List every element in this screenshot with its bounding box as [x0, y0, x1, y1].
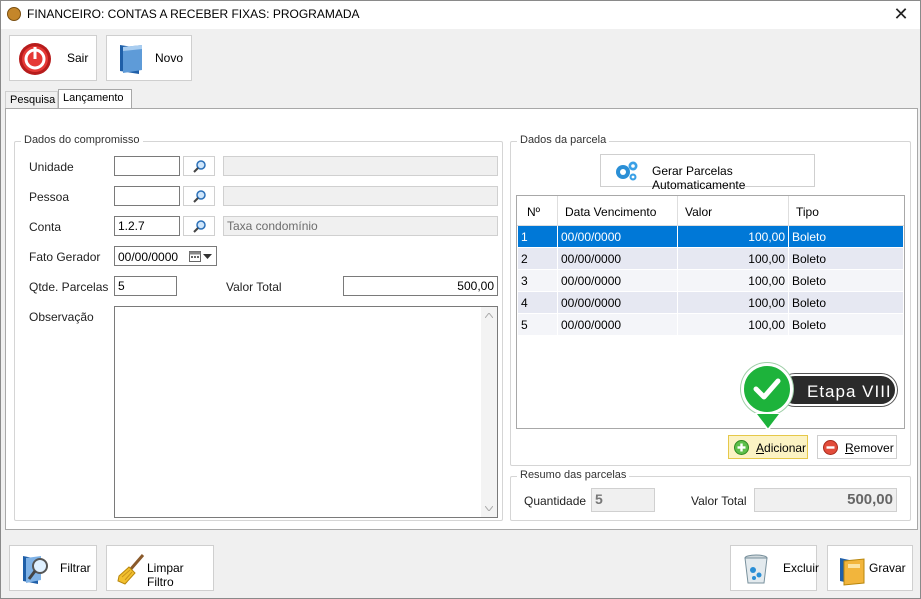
trash-icon: [744, 554, 768, 584]
checkmark-icon: [753, 378, 781, 400]
remover-accel: R: [845, 441, 854, 455]
qtde-parcelas-input[interactable]: [114, 276, 177, 296]
close-icon[interactable]: ✕: [890, 3, 912, 25]
tab-pesquisa[interactable]: Pesquisa: [5, 91, 58, 109]
fato-gerador-date-picker[interactable]: 00/00/0000: [114, 246, 217, 266]
quantidade-label: Quantidade: [524, 494, 587, 508]
gerar-parcelas-button[interactable]: Gerar Parcelas Automaticamente: [600, 154, 815, 192]
step-label: Etapa VIII: [779, 374, 897, 406]
pointer-arrow-icon: [755, 413, 781, 431]
grid-header: Nº Data Vencimento Valor Tipo: [517, 196, 904, 226]
adicionar-button[interactable]: Adicionar: [728, 435, 808, 459]
novo-button[interactable]: Novo: [106, 35, 192, 81]
pessoa-description: [223, 186, 498, 206]
gravar-label: Gravar: [869, 561, 906, 575]
save-folder-icon: [840, 558, 865, 586]
conta-input[interactable]: [114, 216, 180, 236]
fato-gerador-value: 00/00/0000: [118, 250, 179, 264]
new-document-icon: [120, 45, 142, 74]
search-icon: [193, 160, 206, 173]
limpar-filtro-button[interactable]: Limpar Filtro: [106, 545, 214, 591]
chevron-down-icon: [203, 254, 212, 259]
resumo-title: Resumo das parcelas: [517, 469, 630, 481]
search-icon: [193, 220, 206, 233]
compromisso-group: Dados do compromisso Unidade Pessoa Cont…: [14, 134, 503, 521]
observacao-scrollbar[interactable]: [481, 307, 497, 517]
broom-icon: [117, 554, 145, 585]
step-circle: [741, 363, 793, 415]
unidade-label: Unidade: [29, 160, 74, 174]
gravar-button[interactable]: Gravar: [827, 545, 913, 591]
bottom-toolbar: Filtrar Limpar Filtro Excluir Gravar: [1, 536, 920, 598]
pessoa-label: Pessoa: [29, 190, 70, 204]
pessoa-input[interactable]: [114, 186, 180, 206]
step-badge: Etapa VIII: [739, 361, 899, 431]
table-row[interactable]: 2 00/00/0000 100,00 Boleto: [518, 248, 903, 270]
excluir-button[interactable]: Excluir: [730, 545, 820, 591]
scroll-up-icon[interactable]: [485, 313, 493, 318]
app-icon: [7, 7, 21, 21]
remover-button[interactable]: Remover: [817, 435, 897, 459]
gerar-parcelas-label: Gerar Parcelas Automaticamente: [652, 164, 746, 192]
filtrar-label: Filtrar: [60, 561, 91, 575]
resumo-group: Resumo das parcelas Quantidade 5 Valor T…: [510, 469, 911, 521]
sair-label: Sair: [67, 51, 89, 65]
power-icon: [19, 43, 51, 75]
window-title: FINANCEIRO: CONTAS A RECEBER FIXAS: PROG…: [27, 7, 360, 21]
observacao-label: Observação: [29, 310, 94, 324]
table-row[interactable]: 1 00/00/0000 100,00 Boleto: [518, 226, 903, 248]
col-tipo[interactable]: Tipo: [796, 205, 819, 219]
add-icon: [734, 440, 749, 455]
unidade-description: [223, 156, 498, 176]
col-valor[interactable]: Valor: [685, 205, 712, 219]
table-row[interactable]: 5 00/00/0000 100,00 Boleto: [518, 314, 903, 336]
parcela-title: Dados da parcela: [517, 134, 610, 146]
observacao-textarea[interactable]: [114, 306, 498, 518]
tab-panel-lancamento: Dados do compromisso Unidade Pessoa Cont…: [5, 108, 918, 530]
conta-label: Conta: [29, 220, 62, 234]
scroll-down-icon[interactable]: [485, 506, 493, 511]
remove-icon: [823, 440, 838, 455]
tab-lancamento[interactable]: Lançamento: [58, 89, 132, 109]
adicionar-label: dicionar: [764, 441, 807, 455]
compromisso-title: Dados do compromisso: [21, 134, 143, 146]
qtde-parcelas-label: Qtde. Parcelas: [29, 280, 109, 294]
excluir-label: Excluir: [783, 561, 820, 575]
valor-total-input[interactable]: [343, 276, 498, 296]
pessoa-search-button[interactable]: [183, 186, 215, 206]
remover-label: emover: [853, 441, 894, 455]
table-row[interactable]: 4 00/00/0000 100,00 Boleto: [518, 292, 903, 314]
top-toolbar: Sair Novo: [1, 29, 920, 87]
sair-button[interactable]: Sair: [9, 35, 97, 81]
calendar-icon: [189, 251, 201, 262]
fato-gerador-label: Fato Gerador: [29, 250, 101, 264]
resumo-valor-total-value: 500,00: [754, 488, 897, 512]
conta-description: [223, 216, 498, 236]
app-window: FINANCEIRO: CONTAS A RECEBER FIXAS: PROG…: [0, 0, 921, 599]
table-row[interactable]: 3 00/00/0000 100,00 Boleto: [518, 270, 903, 292]
resumo-valor-total-label: Valor Total: [691, 494, 747, 508]
unidade-input[interactable]: [114, 156, 180, 176]
valor-total-label: Valor Total: [226, 280, 282, 294]
title-bar: FINANCEIRO: CONTAS A RECEBER FIXAS: PROG…: [1, 1, 920, 29]
conta-search-button[interactable]: [183, 216, 215, 236]
quantidade-value: 5: [591, 488, 655, 512]
filter-icon: [23, 556, 48, 584]
novo-label: Novo: [155, 51, 184, 65]
unidade-search-button[interactable]: [183, 156, 215, 176]
search-icon: [193, 190, 206, 203]
col-data-vencimento[interactable]: Data Vencimento: [565, 205, 656, 219]
gears-icon: [616, 161, 638, 181]
col-numero[interactable]: Nº: [527, 205, 540, 219]
limpar-filtro-label: Limpar Filtro: [147, 561, 184, 589]
adicionar-accel: A: [756, 441, 765, 455]
filtrar-button[interactable]: Filtrar: [9, 545, 97, 591]
